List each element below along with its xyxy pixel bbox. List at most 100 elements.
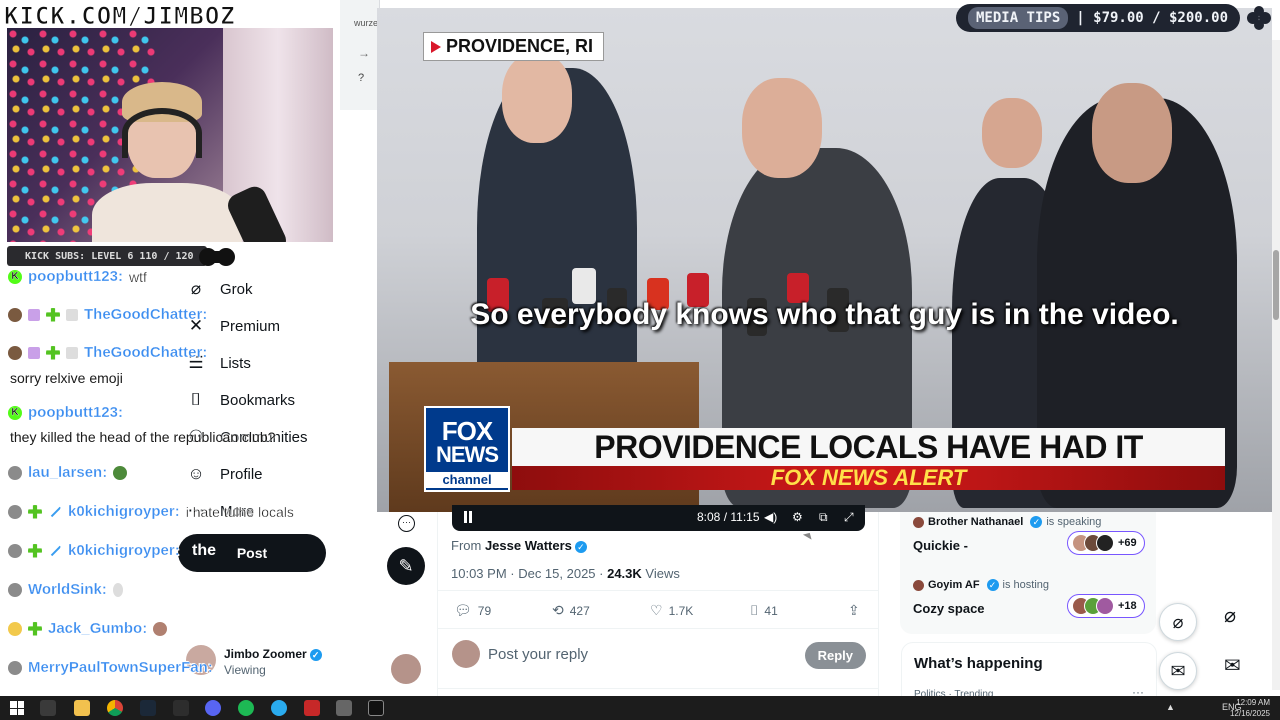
- tweet-timestamp[interactable]: 10:03 PM · Dec 15, 2025 ·: [451, 566, 607, 581]
- taskbar: ▲ ENG 12:09 AM 12/16/2025: [0, 696, 1280, 720]
- user-badge-icon: [8, 582, 22, 597]
- volume-icon[interactable]: ◀): [764, 510, 777, 524]
- fox-logo-line3: channel: [426, 472, 508, 488]
- terminal-icon[interactable]: [173, 700, 189, 716]
- source-author-link[interactable]: Jesse Watters: [485, 538, 572, 553]
- share-action[interactable]: ⇪: [848, 602, 860, 619]
- grok-icon[interactable]: ⌀: [1159, 603, 1197, 641]
- reply-input[interactable]: Post your reply: [488, 646, 588, 663]
- space-status: is speaking: [1046, 516, 1102, 528]
- post-button[interactable]: the Post: [178, 534, 326, 572]
- views-label: Views: [641, 566, 680, 581]
- discord-icon[interactable]: [205, 700, 221, 716]
- clock[interactable]: 12:09 AM 12/16/2025: [1230, 697, 1270, 719]
- more-icon[interactable]: ···: [398, 515, 415, 532]
- settings-icon[interactable]: ⚙: [792, 510, 803, 524]
- scrollbar[interactable]: [1272, 40, 1280, 690]
- reply-button[interactable]: Reply: [804, 642, 866, 669]
- from-prefix: From: [451, 538, 485, 553]
- sub-badge-icon: [28, 308, 40, 321]
- chat-message: WorldSink:: [8, 581, 123, 598]
- emote-icon: [153, 621, 168, 636]
- grok-icon[interactable]: ⌀: [1224, 603, 1236, 628]
- account-name: Jimbo Zoomer: [224, 647, 307, 661]
- chat-username: poopbutt123:: [28, 404, 123, 421]
- nav-item-profile[interactable]: ☺ Profile: [186, 464, 262, 484]
- user-badge-icon: [8, 543, 22, 558]
- nav-item-grok[interactable]: ⌀ Grok: [186, 279, 253, 299]
- bookmark-icon: ⌷: [750, 602, 759, 618]
- spotify-icon[interactable]: [238, 700, 254, 716]
- compose-icon[interactable]: ✎: [387, 547, 425, 585]
- account-status: Viewing: [224, 663, 266, 677]
- messages-icon[interactable]: ✉: [1159, 652, 1197, 690]
- space-listeners[interactable]: +69: [1067, 531, 1145, 555]
- space-card[interactable]: Brother Nathanael ✓ is speaking Quickie -…: [913, 516, 1145, 555]
- media-tips-goal: MEDIA TIPS | $79.00 / $200.00: [955, 4, 1240, 32]
- windows-start-icon[interactable]: [10, 701, 24, 715]
- avatar[interactable]: [391, 654, 421, 684]
- chrome-icon[interactable]: [107, 700, 123, 716]
- nav-label: Grok: [220, 280, 253, 298]
- kick-logo-icon: [1247, 6, 1271, 30]
- file-explorer-icon[interactable]: [74, 700, 90, 716]
- chat-message: k0kichigroyper: i hate tulhe locals: [8, 503, 294, 520]
- browser-tab[interactable]: wurze: [354, 18, 378, 28]
- kick-badge-icon: K: [8, 269, 22, 284]
- task-view-icon[interactable]: [40, 700, 56, 716]
- video-source: From Jesse Watters ✓: [451, 538, 587, 553]
- plus-badge-icon: [28, 543, 42, 558]
- nav-item-bookmarks[interactable]: ⌷ Bookmarks: [186, 390, 295, 410]
- pin-badge-icon: [50, 543, 62, 557]
- video-player[interactable]: PROVIDENCE, RI So everybody knows who th…: [377, 8, 1272, 512]
- chat-message: k0kichigroyper:: [8, 542, 180, 559]
- repost-count: 427: [569, 603, 590, 618]
- app-icon[interactable]: [336, 700, 352, 716]
- reply-count: 79: [477, 603, 492, 618]
- like-count: 1.7K: [668, 603, 694, 618]
- nav-label: Lists: [220, 354, 251, 372]
- pause-icon[interactable]: [462, 510, 474, 524]
- fox-news-logo: FOX NEWS channel: [424, 406, 510, 492]
- repost-action[interactable]: ⟲ 427: [552, 602, 590, 619]
- video-caption: So everybody knows who that guy is in th…: [470, 298, 1179, 331]
- chat-username: k0kichigroyper:: [68, 503, 180, 520]
- steam-icon[interactable]: [140, 700, 156, 716]
- picture-in-picture-icon[interactable]: ⧉: [819, 510, 828, 525]
- space-listeners[interactable]: +18: [1067, 594, 1145, 618]
- verified-icon: ✓: [309, 648, 322, 661]
- chat-message: K poopbutt123:: [8, 404, 123, 421]
- chat-text: they killed the head of the republican c…: [10, 429, 276, 445]
- chat-message: lau_larsen:: [8, 464, 128, 481]
- emote-icon: [113, 465, 128, 480]
- verified-icon: ✓: [574, 540, 587, 553]
- stream-screen: at ⌀ Grok ✕ Premium ☰ Lists ⌷ Bookmarks …: [0, 0, 1280, 720]
- news-headline: PROVIDENCE LOCALS HAVE HAD IT: [512, 428, 1225, 466]
- app-icon[interactable]: [304, 700, 320, 716]
- grok-icon: ⌀: [190, 279, 202, 298]
- space-card[interactable]: Goyim AF ✓ is hosting Cozy space +18: [913, 579, 1145, 618]
- epic-games-icon[interactable]: [368, 700, 384, 716]
- extension-icon[interactable]: ?: [358, 72, 364, 84]
- fox-logo-line2: NEWS: [436, 442, 499, 467]
- bookmark-action[interactable]: ⌷ 41: [750, 602, 778, 619]
- telegram-icon[interactable]: [271, 700, 287, 716]
- like-action[interactable]: ♡ 1.7K: [650, 602, 693, 619]
- reply-composer: Post your reply Reply: [452, 640, 866, 672]
- avatar: [1096, 534, 1114, 552]
- tray-chevron-icon[interactable]: ▲: [1166, 702, 1175, 712]
- plus-badge-icon: [28, 621, 42, 636]
- webcam-feed: [7, 28, 333, 242]
- emote-icon: [112, 582, 123, 597]
- plus-badge-icon: [46, 345, 60, 360]
- chat-message: Jack_Gumbo:: [8, 620, 168, 637]
- fullscreen-icon[interactable]: ⤢: [844, 510, 854, 525]
- forward-arrow-icon[interactable]: →: [358, 46, 370, 60]
- clock-date: 12/16/2025: [1229, 709, 1270, 718]
- chat-username: k0kichigroyper:: [68, 542, 180, 559]
- chat-message: K poopbutt123: wtf: [8, 268, 147, 285]
- messages-icon[interactable]: ✉: [1224, 653, 1241, 678]
- image-badge-icon: [66, 308, 78, 321]
- chat-message: TheGoodChatter:: [8, 344, 207, 361]
- reply-action[interactable]: 💬︎ 79: [454, 602, 491, 619]
